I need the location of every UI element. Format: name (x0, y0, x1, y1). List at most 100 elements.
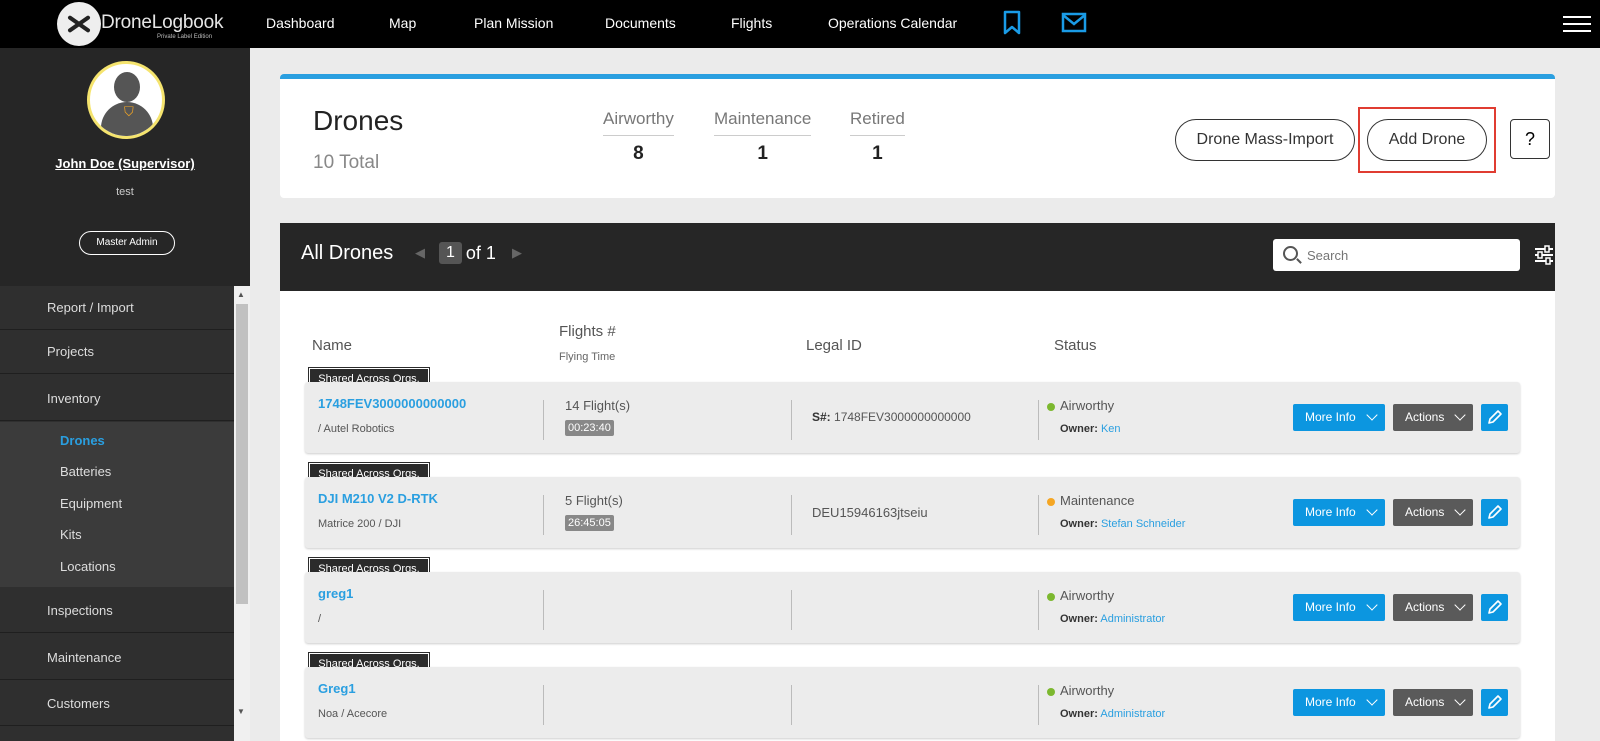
sidebar-menu: Report / Import Projects Inventory Drone… (0, 286, 234, 741)
column-header-status[interactable]: Status (1054, 337, 1097, 354)
filter-settings-icon[interactable] (1534, 245, 1554, 265)
nav-map[interactable]: Map (389, 15, 416, 31)
more-info-label: More Info (1305, 410, 1356, 424)
help-button[interactable]: ? (1510, 119, 1550, 159)
hamburger-menu-icon[interactable] (1563, 16, 1591, 32)
drone-status: Airworthy (1060, 683, 1115, 698)
stat-label: Airworthy (603, 109, 674, 136)
cell-divider (543, 590, 544, 630)
owner-label: Owner: (1060, 613, 1098, 625)
owner-link[interactable]: Administrator (1100, 613, 1165, 625)
status-dot-icon (1047, 403, 1055, 411)
sidebar-sub-kits[interactable]: Kits (60, 527, 82, 542)
search-box (1273, 239, 1520, 271)
sidebar-item-maintenance[interactable]: Maintenance (0, 636, 234, 680)
stat-label: Maintenance (714, 109, 812, 136)
nav-documents[interactable]: Documents (605, 15, 676, 31)
sidebar-item-inventory[interactable]: Inventory (0, 377, 234, 421)
nav-operations-calendar[interactable]: Operations Calendar (828, 15, 957, 31)
actions-label: Actions (1405, 695, 1445, 709)
logo[interactable]: DroneLogbook Private Label Edition (57, 2, 237, 46)
drone-name-link[interactable]: DJI M210 V2 D-RTK (318, 491, 438, 506)
sidebar-item-customers[interactable]: Customers (0, 682, 234, 726)
total-count: 10 Total (313, 152, 380, 173)
column-header-flights[interactable]: Flights # (559, 323, 616, 340)
chevron-down-icon (1454, 409, 1466, 421)
user-name-link[interactable]: John Doe (Supervisor) (0, 156, 250, 171)
page-count: of 1 (465, 242, 496, 263)
more-info-button[interactable]: More Info (1293, 499, 1385, 526)
drone-status: Maintenance (1060, 493, 1135, 508)
bookmark-icon[interactable] (1002, 10, 1022, 41)
edit-button[interactable] (1481, 689, 1508, 716)
table-row: DJI M210 V2 D-RTK Matrice 200 / DJI 5 Fl… (305, 477, 1520, 548)
stat-value: 1 (872, 143, 883, 164)
owner: Owner: Stefan Schneider (1060, 518, 1185, 530)
list-title: All Drones (301, 242, 394, 264)
legal-id: S#: 1748FEV3000000000000 (812, 410, 971, 424)
drones-list-panel: All Drones ◀ 1 of 1 ▶ Name Flights # Fly… (280, 223, 1555, 741)
nav-plan-mission[interactable]: Plan Mission (474, 15, 553, 31)
actions-button[interactable]: Actions (1393, 499, 1473, 526)
drone-name-link[interactable]: greg1 (318, 586, 353, 601)
next-page-icon[interactable]: ▶ (512, 245, 522, 261)
cell-divider (791, 400, 792, 440)
actions-label: Actions (1405, 600, 1445, 614)
prev-page-icon[interactable]: ◀ (415, 245, 425, 261)
actions-button[interactable]: Actions (1393, 594, 1473, 621)
nav-flights[interactable]: Flights (731, 15, 772, 31)
sidebar-sub-batteries[interactable]: Batteries (60, 464, 111, 479)
scroll-thumb[interactable] (236, 304, 248, 604)
column-header-name[interactable]: Name (312, 337, 352, 354)
sidebar-sub-locations[interactable]: Locations (60, 559, 116, 574)
edit-button[interactable] (1481, 499, 1508, 526)
owner: Owner: Ken (1060, 423, 1121, 435)
sidebar-sub-equipment[interactable]: Equipment (60, 496, 122, 511)
stat-airworthy: Airworthy 8 (603, 109, 674, 165)
scroll-up-icon[interactable]: ▲ (237, 290, 245, 299)
actions-button[interactable]: Actions (1393, 404, 1473, 431)
actions-button[interactable]: Actions (1393, 689, 1473, 716)
more-info-button[interactable]: More Info (1293, 594, 1385, 621)
chevron-down-icon (1366, 504, 1378, 516)
role-button[interactable]: Master Admin (79, 231, 175, 255)
cell-divider (791, 685, 792, 725)
owner-link[interactable]: Administrator (1100, 708, 1165, 720)
sidebar-scrollbar[interactable]: ▲ ▼ (234, 286, 250, 741)
drone-name-link[interactable]: 1748FEV3000000000000 (318, 396, 466, 411)
owner-label: Owner: (1060, 708, 1098, 720)
shield-icon: ⛉ (124, 104, 134, 119)
scroll-down-icon[interactable]: ▼ (237, 707, 245, 716)
sidebar-item-inspections[interactable]: Inspections (0, 589, 234, 633)
current-page[interactable]: 1 (439, 242, 462, 264)
stat-retired: Retired 1 (850, 109, 905, 165)
stat-label: Retired (850, 109, 905, 136)
nav-dashboard[interactable]: Dashboard (266, 15, 335, 31)
stat-value: 1 (757, 143, 768, 164)
owner-link[interactable]: Stefan Schneider (1101, 518, 1185, 530)
cell-divider (543, 685, 544, 725)
edit-button[interactable] (1481, 594, 1508, 621)
owner-link[interactable]: Ken (1101, 423, 1121, 435)
sidebar-item-report-import[interactable]: Report / Import (0, 286, 234, 330)
chevron-down-icon (1454, 694, 1466, 706)
mail-icon[interactable] (1061, 12, 1087, 39)
sidebar-item-projects[interactable]: Projects (0, 330, 234, 374)
table-row: 1748FEV3000000000000 / Autel Robotics 14… (305, 382, 1520, 453)
search-input[interactable] (1307, 245, 1507, 265)
chevron-down-icon (1366, 694, 1378, 706)
more-info-button[interactable]: More Info (1293, 404, 1385, 431)
add-drone-button[interactable]: Add Drone (1367, 119, 1487, 161)
logo-subtitle: Private Label Edition (157, 34, 213, 40)
page-title: Drones (313, 105, 404, 136)
drones-summary-card: Drones 10 Total Airworthy 8 Maintenance … (280, 74, 1555, 198)
sidebar-sub-drones[interactable]: Drones (60, 433, 105, 448)
flying-time-badge: 00:23:40 (565, 420, 614, 436)
column-header-legal-id[interactable]: Legal ID (806, 337, 862, 354)
more-info-button[interactable]: More Info (1293, 689, 1385, 716)
drone-mass-import-button[interactable]: Drone Mass-Import (1175, 119, 1355, 161)
avatar[interactable]: ⛉ (87, 61, 165, 139)
legal-id-value: 1748FEV3000000000000 (830, 410, 971, 424)
edit-button[interactable] (1481, 404, 1508, 431)
drone-name-link[interactable]: Greg1 (318, 681, 356, 696)
